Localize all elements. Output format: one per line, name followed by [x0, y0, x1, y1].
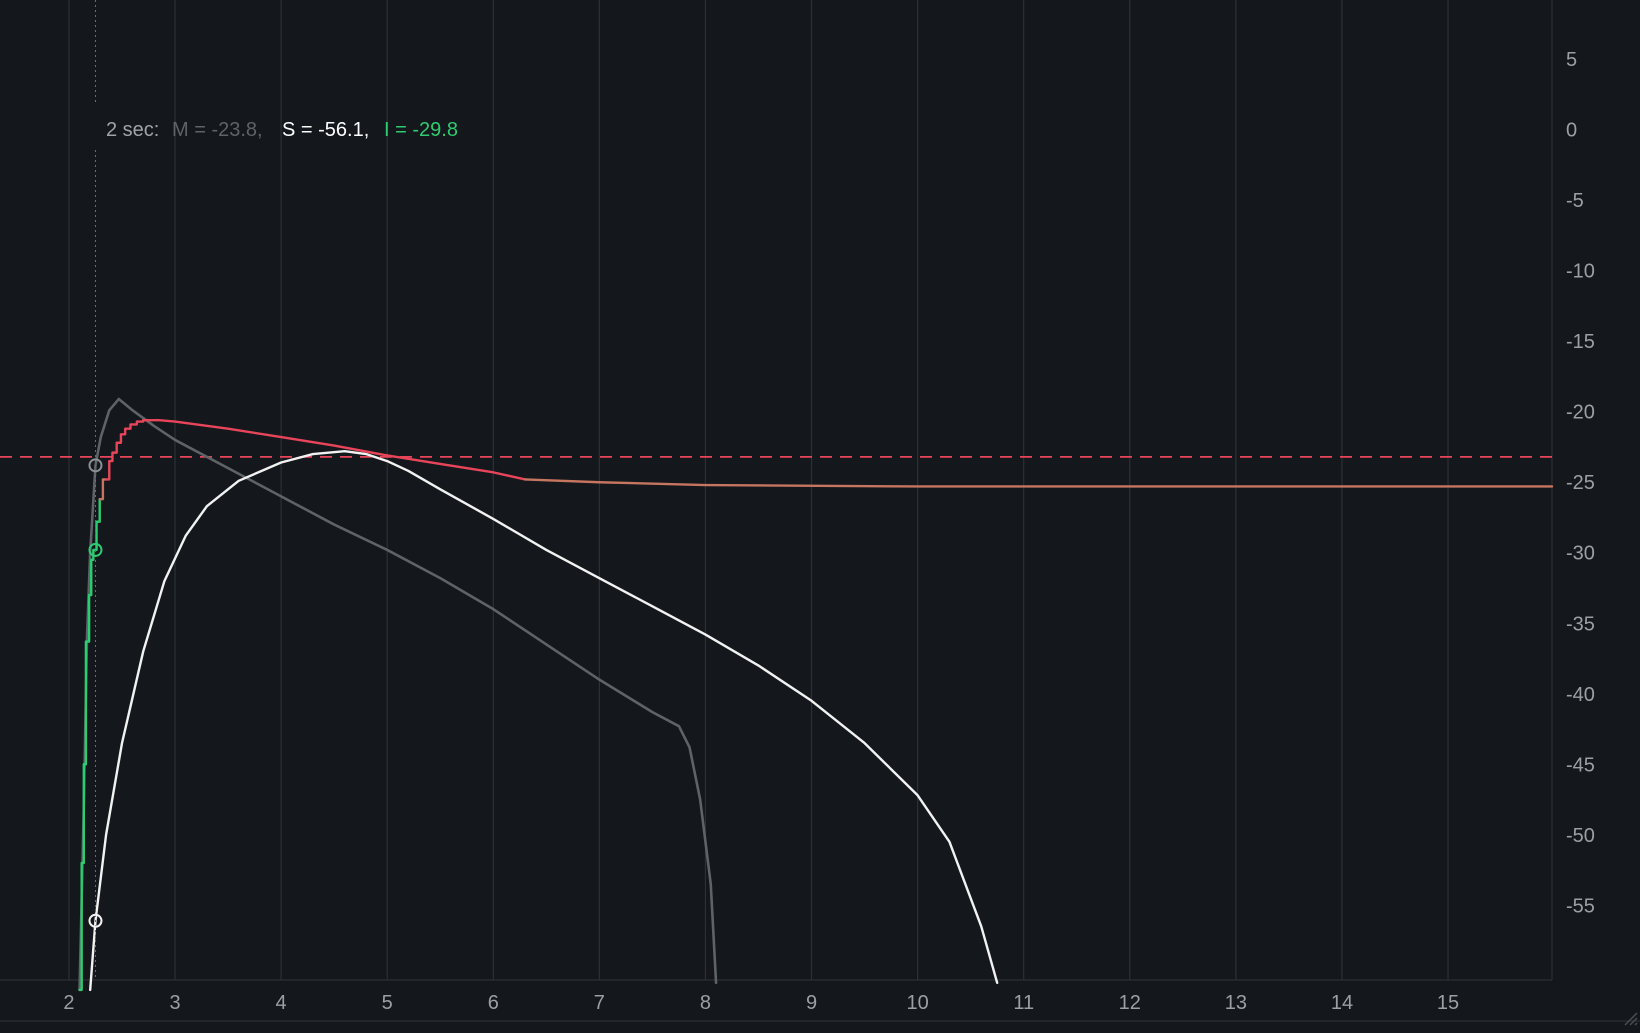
y-tick-label: -35 [1566, 613, 1595, 635]
y-tick-label: -55 [1566, 895, 1595, 917]
x-tick-label: 4 [276, 992, 287, 1014]
x-tick-label: 12 [1119, 992, 1141, 1014]
loudness-chart: 5 0 -5 -10 -15 -20 -25 -30 -35 -40 -45 -50 -55 2 3 4 5 6… [0, 0, 1640, 1028]
x-tick-label: 7 [594, 992, 605, 1014]
x-tick-label: 6 [488, 992, 499, 1014]
y-tick-label: 5 [1566, 49, 1577, 71]
x-tick-label: 5 [382, 992, 393, 1014]
x-tick-label: 3 [169, 992, 180, 1014]
x-tick-label: 10 [906, 992, 928, 1014]
y-tick-label: 0 [1566, 120, 1577, 142]
y-tick-label: -25 [1566, 472, 1595, 494]
cursor-time-label: 2 sec: [106, 119, 159, 141]
resize-grip-icon[interactable] [1620, 1008, 1638, 1026]
x-tick-label: 8 [700, 992, 711, 1014]
x-tick-label: 11 [1013, 992, 1034, 1014]
x-tick-label: 9 [806, 992, 817, 1014]
cursor-m-value: M = -23.8, [172, 119, 263, 141]
x-tick-label: 13 [1225, 992, 1247, 1014]
cursor-i-value: I = -29.8 [384, 119, 458, 141]
y-tick-label: -50 [1566, 825, 1595, 847]
y-tick-label: -30 [1566, 543, 1595, 565]
y-tick-label: -5 [1566, 190, 1584, 212]
cursor-s-value: S = -56.1, [282, 119, 369, 141]
y-tick-label: -40 [1566, 684, 1595, 706]
x-tick-label: 14 [1331, 992, 1353, 1014]
y-tick-label: -15 [1566, 331, 1595, 353]
x-tick-label: 15 [1437, 992, 1459, 1014]
y-tick-label: -20 [1566, 402, 1595, 424]
chart-svg: 5 0 -5 -10 -15 -20 -25 -30 -35 -40 -45 -50 -55 2 3 4 5 6… [0, 0, 1640, 1028]
y-tick-label: -10 [1566, 261, 1595, 283]
y-tick-label: -45 [1566, 754, 1595, 776]
x-tick-label: 2 [63, 992, 74, 1014]
